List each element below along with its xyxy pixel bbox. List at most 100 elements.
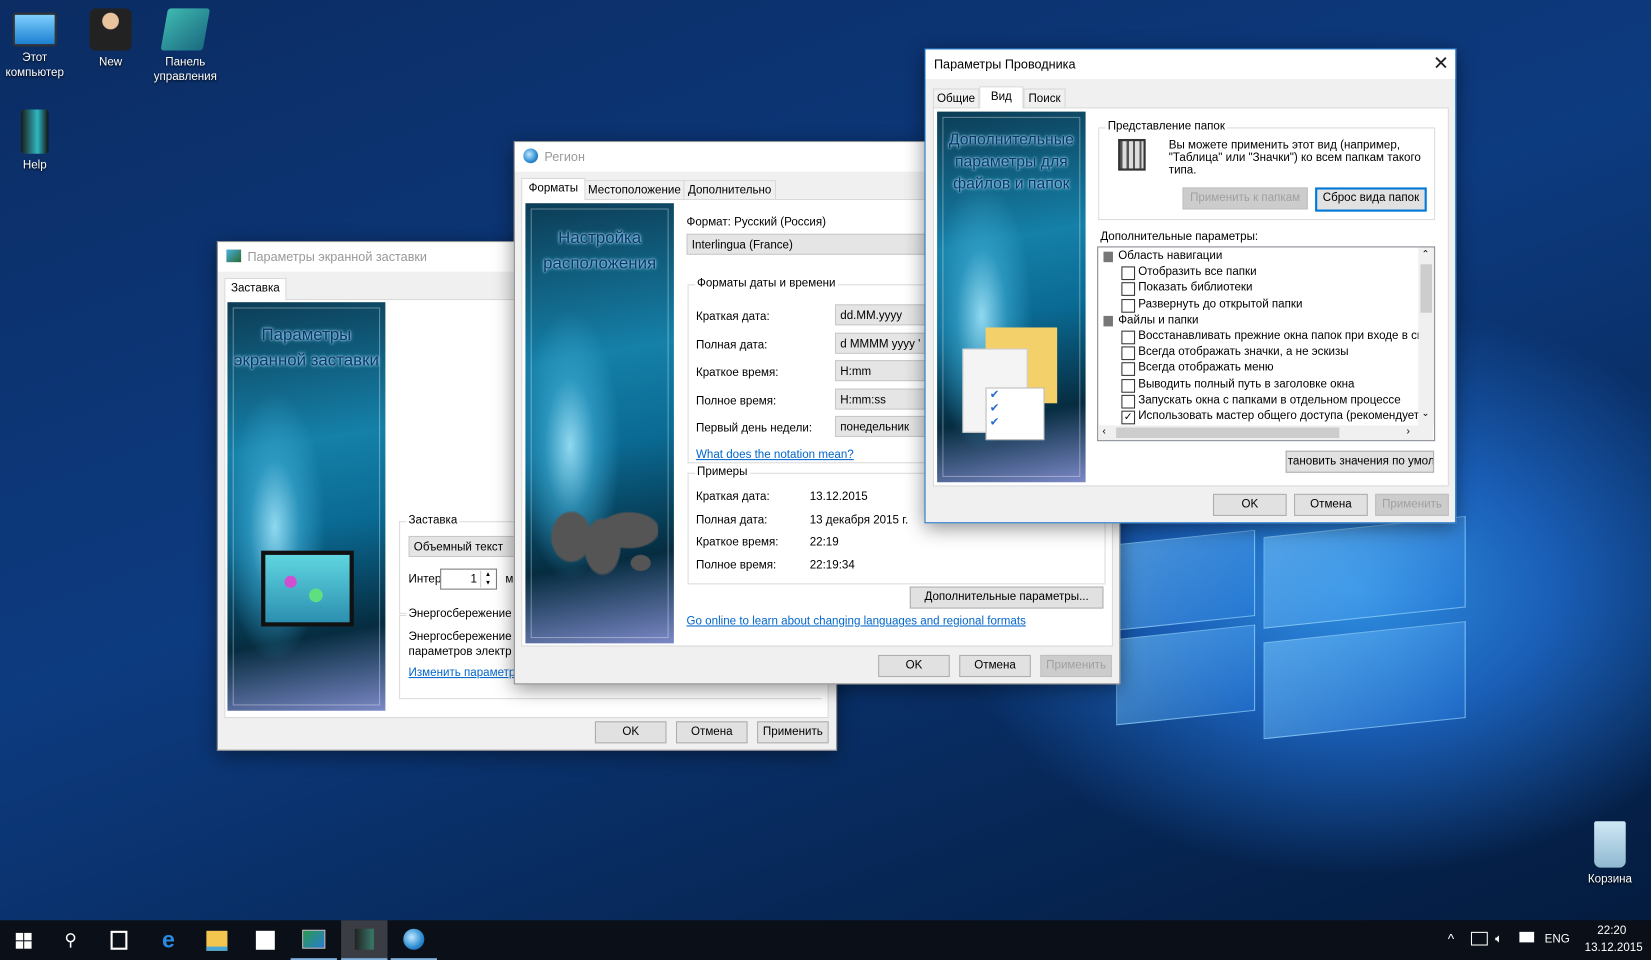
file-explorer-button[interactable] <box>194 920 240 960</box>
tree-option-label[interactable]: Всегда отображать значки, а не эскизы <box>1138 346 1348 359</box>
screensaver-icon <box>226 249 242 263</box>
language-indicator[interactable]: ENG <box>1545 933 1570 946</box>
close-icon[interactable]: ✕ <box>1433 53 1449 75</box>
dialog-title: Регион <box>544 149 585 165</box>
apply-button[interactable]: Применить <box>1040 654 1112 678</box>
tree-checkbox[interactable] <box>1121 266 1136 281</box>
tab-search[interactable]: Поиск <box>1023 88 1066 109</box>
notifications-icon[interactable] <box>1519 931 1535 943</box>
desktop-icon-help[interactable]: Help <box>0 109 72 173</box>
volume-icon[interactable]: 🔈︎ <box>1495 931 1503 947</box>
edge-button[interactable]: e <box>145 920 191 960</box>
screensaver-settings-taskbar-button[interactable] <box>290 920 337 960</box>
desktop-icon-this-pc[interactable]: Этот компьютер <box>0 8 72 80</box>
cancel-button[interactable]: Отмена <box>1294 493 1368 516</box>
scroll-down-icon[interactable]: ⌄ <box>1421 407 1429 419</box>
horizontal-scrollbar[interactable]: ‹ › <box>1098 425 1434 441</box>
restore-defaults-button[interactable]: тановить значения по умолча <box>1285 450 1435 473</box>
notation-help-link[interactable]: What does the notation mean? <box>696 449 854 462</box>
globe-icon <box>523 148 539 164</box>
task-view-button[interactable] <box>96 920 142 960</box>
category-icon <box>1103 315 1113 327</box>
vertical-scrollbar[interactable]: ⌃ ⌄ <box>1418 247 1435 426</box>
spinner-arrows-icon[interactable]: ▲ ▼ <box>480 570 495 588</box>
scroll-right-icon[interactable]: › <box>1406 425 1410 437</box>
tree-option-label[interactable]: Развернуть до открытой папки <box>1138 298 1302 311</box>
tree-checkbox[interactable] <box>1121 362 1136 377</box>
tab-screensaver[interactable]: Заставка <box>224 277 287 301</box>
screensaver-settings-icon <box>302 929 326 949</box>
network-warning-icon[interactable] <box>1470 931 1488 946</box>
tab-formats[interactable]: Форматы <box>521 177 586 201</box>
reset-folders-button[interactable]: Сброс вида папок <box>1315 187 1427 212</box>
computer-icon <box>12 12 57 47</box>
apply-button[interactable]: Применить <box>757 721 829 744</box>
tree-checkbox[interactable]: ✓ <box>1121 410 1136 425</box>
tree-checkbox[interactable] <box>1121 282 1136 297</box>
clock-date[interactable]: 13.12.2015 <box>1585 941 1643 954</box>
tree-checkbox[interactable] <box>1121 298 1136 313</box>
additional-settings-button[interactable]: Дополнительные параметры... <box>909 586 1104 609</box>
interval-spinner[interactable]: 1 ▲ ▼ <box>440 568 497 590</box>
tree-checkbox[interactable] <box>1121 394 1136 409</box>
advanced-settings-tree[interactable]: Область навигации Отобразить все папки Пок… <box>1097 246 1436 442</box>
online-help-link[interactable]: Go online to learn about changing langua… <box>687 615 1026 628</box>
change-power-settings-link[interactable]: Изменить параметр <box>409 667 516 680</box>
apply-to-folders-button[interactable]: Применить к папкам <box>1182 187 1308 210</box>
user-icon <box>89 8 132 51</box>
folder-options-icon <box>354 928 374 950</box>
ok-button[interactable]: OK <box>878 654 950 678</box>
search-button[interactable]: ⚲ <box>47 920 93 960</box>
format-label: Формат: Русский (Россия) <box>686 215 826 229</box>
desktop-icon-new[interactable]: New <box>74 8 148 69</box>
tab-general[interactable]: Общие <box>932 88 980 109</box>
tab-location[interactable]: Местоположение <box>584 180 685 201</box>
tab-view[interactable]: Вид <box>979 86 1024 109</box>
desktop-icon-control-panel[interactable]: Панель управления <box>148 8 222 84</box>
clock-time[interactable]: 22:20 <box>1597 924 1626 937</box>
format-row-label: Краткая дата: <box>695 310 770 324</box>
example-row-value: 13.12.2015 <box>809 490 868 504</box>
show-hidden-icons-icon[interactable]: ^ <box>1448 931 1454 947</box>
cancel-button[interactable]: Отмена <box>959 654 1031 678</box>
ok-button[interactable]: OK <box>1212 493 1287 516</box>
task-view-icon <box>110 930 128 950</box>
tab-administrative[interactable]: Дополнительно <box>683 180 777 201</box>
folder-options-taskbar-button[interactable] <box>341 920 388 960</box>
file-explorer-icon <box>206 930 228 951</box>
tree-option-label[interactable]: Всегда отображать меню <box>1138 362 1273 375</box>
tree-option-label[interactable]: Использовать мастер общего доступа (реко… <box>1138 410 1431 423</box>
folder-view-group: Представление папок Вы можете применить … <box>1098 120 1436 221</box>
region-taskbar-button[interactable] <box>390 920 437 960</box>
hscroll-thumb[interactable] <box>1116 427 1340 439</box>
tree-option-label[interactable]: Выводить полный путь в заголовке окна <box>1138 378 1354 391</box>
format-select[interactable]: Interlingua (France) <box>686 233 940 255</box>
banner-image: Настройка расположения <box>525 203 674 644</box>
tree-option-label[interactable]: Отобразить все папки <box>1138 266 1256 279</box>
region-icon <box>403 928 425 950</box>
taskbar: ⚲ e ^ 🔈︎ ENG 22:20 13.12.2015 <box>0 920 1651 960</box>
scroll-left-icon[interactable]: ‹ <box>1102 425 1106 437</box>
start-button[interactable] <box>0 920 46 960</box>
tree-option-label[interactable]: Показать библиотеки <box>1138 282 1252 295</box>
desktop-icon-recycle-bin[interactable]: Корзина <box>1573 821 1647 886</box>
ok-button[interactable]: OK <box>594 721 667 744</box>
help-icon <box>21 109 49 154</box>
tree-category: Область навигации <box>1118 249 1223 263</box>
store-button[interactable] <box>242 920 288 960</box>
title-bar[interactable]: Параметры Проводника ✕ <box>925 49 1456 79</box>
cancel-button[interactable]: Отмена <box>675 721 748 744</box>
example-row-value: 13 декабря 2015 г. <box>809 513 909 526</box>
tree-option-label[interactable]: Запускать окна с папками в отдельном про… <box>1138 394 1400 407</box>
tree-option-label[interactable]: Восстанавливать прежние окна папок при в… <box>1138 330 1429 343</box>
tree-checkbox[interactable] <box>1121 346 1136 361</box>
scroll-up-icon[interactable]: ⌃ <box>1421 248 1429 260</box>
monitor-tools-icon <box>261 550 354 627</box>
apply-button[interactable]: Применить <box>1375 493 1449 516</box>
tree-checkbox[interactable] <box>1121 378 1136 393</box>
tree-checkbox[interactable] <box>1121 330 1136 345</box>
example-row-label: Полное время: <box>695 558 777 572</box>
scroll-thumb[interactable] <box>1420 264 1432 313</box>
start-icon <box>15 932 32 949</box>
recycle-bin-icon <box>1594 821 1626 868</box>
